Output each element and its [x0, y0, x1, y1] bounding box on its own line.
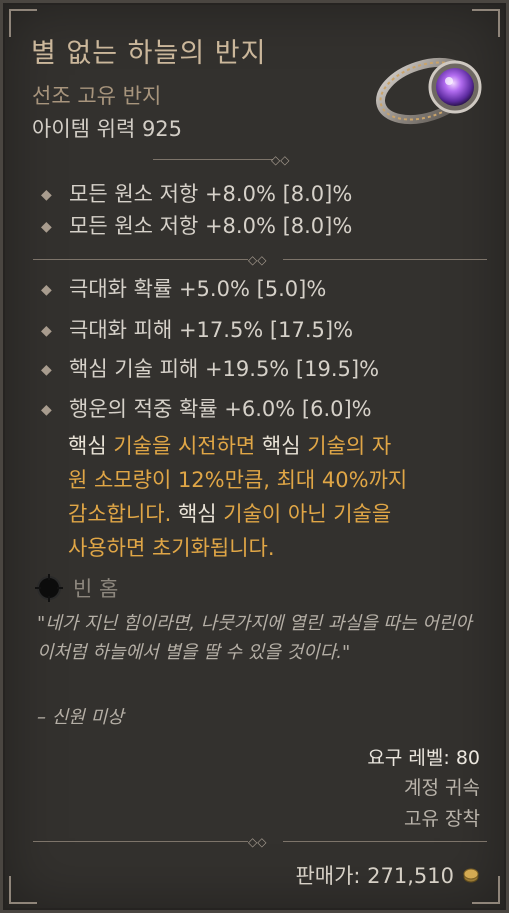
- affix-line: ◆ 핵심 기술 피해 +19.5% [19.5]%: [41, 357, 380, 381]
- socket-label: 빈 홈: [73, 577, 119, 601]
- unique-equipped-label: 고유 장착: [404, 808, 480, 830]
- section-divider: ◇◇: [33, 835, 487, 849]
- empty-socket-icon: [35, 574, 63, 602]
- diamond-bullet-icon: ◆: [41, 282, 52, 298]
- unique-power-line: 사용하면 초기화됩니다.: [68, 536, 275, 560]
- diamond-bullet-icon: ◆: [41, 402, 52, 418]
- account-bound-label: 계정 귀속: [404, 777, 480, 799]
- unique-power-line: 핵심 기술을 시전하면 핵심 기술의 자: [68, 434, 392, 458]
- affix-line: ◆ 극대화 확률 +5.0% [5.0]%: [41, 277, 327, 301]
- affix-line: ◆ 극대화 피해 +17.5% [17.5]%: [41, 318, 354, 342]
- frame-corner: [9, 876, 37, 904]
- implicit-affix: ◆ 모든 원소 저항 +8.0% [8.0]%: [41, 182, 353, 206]
- sell-price: 판매가: 271,510: [295, 860, 480, 890]
- item-type: 선조 고유 반지: [32, 84, 162, 108]
- section-divider: ◇◇: [33, 253, 487, 267]
- flavor-text: "네가 지닌 힘이라면, 나뭇가지에 열린 과실을 따는 어린아이처럼 하늘에서…: [37, 613, 472, 663]
- unique-power-line: 감소합니다. 핵심 기술이 아닌 기술을: [68, 502, 392, 526]
- frame-corner: [472, 9, 500, 37]
- item-tooltip: 별 없는 하늘의 반지 선조 고유 반지 아이템 위력 925 ◇◇ ◆모든: [0, 0, 509, 913]
- unique-power-line: 원 소모량이 12%만큼, 최대 40%까지: [68, 468, 408, 492]
- diamond-bullet-icon: ◆: [41, 187, 52, 203]
- ring-icon: [376, 57, 482, 125]
- section-divider: ◇◇: [33, 153, 483, 167]
- flavor-author: – 신원 미상: [37, 707, 124, 728]
- affix-line: ◆ 행운의 적중 확률 +6.0% [6.0]%: [41, 397, 372, 421]
- diamond-bullet-icon: ◆: [41, 323, 52, 339]
- diamond-bullet-icon: ◆: [41, 362, 52, 378]
- gold-coin-icon: [463, 868, 479, 883]
- required-level: 요구 레벨: 80: [367, 747, 480, 769]
- item-power: 아이템 위력 925: [32, 117, 183, 141]
- diamond-bullet-icon: ◆: [41, 219, 52, 235]
- unique-power-text: 핵심 기술을 시전하면 핵심 기술의 자 원 소모량이 12%만큼, 최대 40…: [68, 429, 488, 565]
- implicit-affix: ◆ 모든 원소 저항 +8.0% [8.0]%: [41, 214, 353, 238]
- item-name: 별 없는 하늘의 반지: [31, 38, 267, 69]
